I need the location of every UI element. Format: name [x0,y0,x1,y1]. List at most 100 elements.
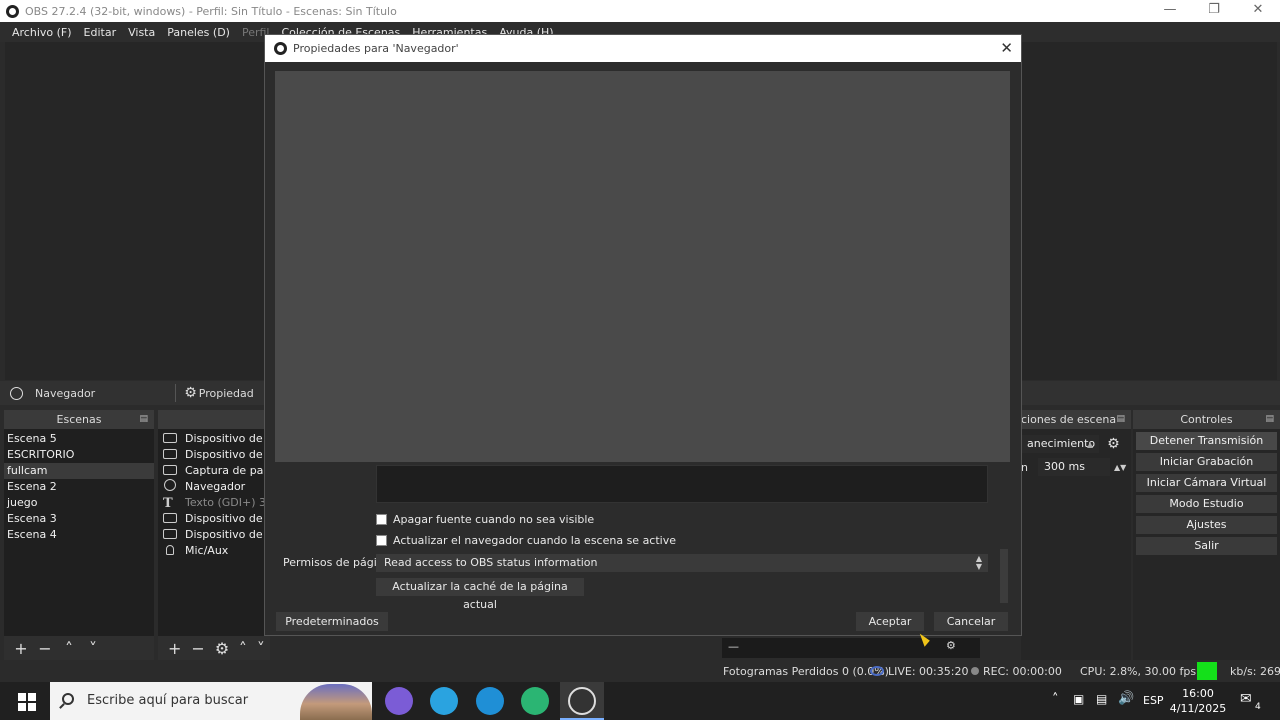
refresh-label: Actualizar el navegador cuando la escena… [393,533,677,547]
move-down-icon[interactable]: ˅ [86,639,100,658]
restore-icon[interactable]: ❐ [1192,0,1236,22]
spinner-arrows-icon[interactable]: ▲ [1087,440,1093,449]
accept-button[interactable]: Aceptar [856,612,924,631]
close-window-icon[interactable]: ✕ [1236,0,1280,22]
move-down-icon[interactable]: ˅ [257,639,265,658]
start-recording-button[interactable]: Iniciar Grabación [1136,453,1277,471]
source-item[interactable]: Dispositivo de cap [160,511,270,527]
controls-header: Controles ▤ [1133,410,1280,429]
scenes-header: Escenas ▤ [4,410,154,429]
cancel-button[interactable]: Cancelar [934,612,1008,631]
refresh-checkbox[interactable] [376,534,387,546]
camera-icon [163,449,177,459]
source-label: Texto (GDI+) 3 [185,496,267,509]
source-label: Captura de pantal [185,464,270,477]
transition-gear-icon[interactable]: ⚙ [1107,436,1120,452]
scene-item[interactable]: Escena 2 [4,479,154,495]
dialog-title: Propiedades para 'Navegador' [293,42,459,55]
remove-source-icon[interactable]: − [191,639,204,658]
volume-icon[interactable]: 🔊 [1118,691,1134,720]
properties-button[interactable]: Propiedad [199,387,254,400]
duration-stepper-icon[interactable]: ▲▼ [1114,463,1126,472]
source-item[interactable]: Dispositivo de cap [160,527,270,543]
properties-dialog: Propiedades para 'Navegador' ✕ Apagar fu… [265,35,1021,635]
tray-chevron-icon[interactable]: ˄ [1052,692,1059,720]
source-item[interactable]: Captura de pantal [160,463,270,479]
source-item[interactable]: Dispositivo de cap [160,431,270,447]
window-title: OBS 27.2.4 (32-bit, windows) - Perfil: S… [25,4,397,18]
scene-item[interactable]: Escena 3 [4,511,154,527]
camera-icon [163,433,177,443]
menu-vista[interactable]: Vista [128,26,155,39]
notifications-icon[interactable]: ✉ [1240,691,1252,720]
edge-beta-app-icon[interactable] [521,687,549,715]
scene-item[interactable]: juego [4,495,154,511]
messenger-app-icon[interactable] [385,687,413,715]
edge-app-icon[interactable] [476,687,504,715]
close-icon[interactable]: ✕ [1000,39,1013,57]
defaults-button[interactable]: Predeterminados [276,612,388,631]
start-virtualcam-button[interactable]: Iniciar Cámara Virtual [1136,474,1277,492]
source-item[interactable]: Navegador [160,479,270,495]
studio-mode-button[interactable]: Modo Estudio [1136,495,1277,513]
remove-scene-icon[interactable]: − [38,639,52,658]
search-placeholder: Escribe aquí para buscar [87,693,249,708]
taskbar-search[interactable]: Escribe aquí para buscar [50,682,372,720]
stop-stream-button[interactable]: Detener Transmisión [1136,432,1277,450]
language-indicator[interactable]: ESP [1143,694,1164,720]
mute-icon[interactable]: — [728,640,739,653]
scene-item[interactable]: Escena 5 [4,431,154,447]
source-item[interactable]: T Texto (GDI+) 3 [160,495,270,511]
exit-button[interactable]: Salir [1136,537,1277,555]
move-up-icon[interactable]: ˄ [239,639,247,658]
live-status: LIVE: 00:35:20 [870,665,968,678]
source-item[interactable]: Dispositivo de cap [160,447,270,463]
minimize-icon[interactable]: — [1148,0,1192,22]
audio-mixer-strip: — ⚙ [722,638,980,658]
scene-item[interactable]: Escena 4 [4,527,154,543]
custom-css-field[interactable] [376,465,988,503]
gear-icon[interactable]: ⚙ [184,385,197,401]
mixer-settings-icon[interactable]: ⚙ [946,639,956,652]
select-arrows-icon: ▲ ▼ [975,554,982,571]
permissions-select[interactable]: Read access to OBS status information ▲ ▼ [376,554,988,572]
obs-taskbar-button[interactable] [560,682,604,720]
scene-item[interactable]: ESCRITORIO [4,447,154,463]
refresh-checkbox-row[interactable]: Actualizar el navegador cuando la escena… [376,532,676,548]
move-up-icon[interactable]: ˄ [62,639,76,658]
scene-item-selected[interactable]: fullcam [4,463,154,479]
browser-preview [275,71,1010,462]
network-icon[interactable]: ▤ [1096,692,1107,720]
menu-paneles[interactable]: Paneles (D) [167,26,230,39]
shutdown-checkbox-row[interactable]: Apagar fuente cuando no sea visible [376,511,594,527]
windows-start-icon[interactable] [18,693,36,711]
menu-editar[interactable]: Editar [84,26,117,39]
transition-type-row[interactable]: anecimiento ▲ ⚙ [1021,434,1131,454]
dropped-frames: Fotogramas Perdidos 0 (0.0%) [723,665,889,678]
status-bar: Fotogramas Perdidos 0 (0.0%) LIVE: 00:35… [0,662,1280,682]
telegram-app-icon[interactable] [430,687,458,715]
menu-archivo[interactable]: Archivo (F) [12,26,72,39]
shutdown-checkbox[interactable] [376,513,387,525]
add-source-icon[interactable]: + [168,639,181,658]
add-scene-icon[interactable]: + [14,639,28,658]
dock-float-icon[interactable]: ▤ [1116,410,1125,429]
duration-field[interactable]: 300 ms [1037,458,1110,476]
dock-float-icon[interactable]: ▤ [1265,410,1274,429]
clock[interactable]: 16:00 4/11/2025 [1168,686,1228,716]
rec-status: REC: 00:00:00 [971,665,1062,678]
refresh-cache-button[interactable]: Actualizar la caché de la página actual [376,578,584,611]
kbps-status: kb/s: 2699 [1230,665,1280,678]
dialog-scrollbar[interactable] [1000,549,1008,603]
clock-time: 16:00 [1182,687,1214,700]
controls-title: Controles [1180,413,1233,426]
source-settings-icon[interactable]: ⚙ [215,639,229,658]
cpu-status: CPU: 2.8%, 30.00 fps [1080,665,1197,678]
scenes-dock: Escenas ▤ Escena 5 ESCRITORIO fullcam Es… [4,410,154,660]
dock-float-icon[interactable]: ▤ [139,410,148,429]
settings-button[interactable]: Ajustes [1136,516,1277,534]
source-item[interactable]: Mic/Aux [160,543,270,559]
tray-app-icon[interactable]: ▣ [1073,692,1084,720]
camera-icon [163,529,177,539]
source-label: Mic/Aux [185,544,229,557]
